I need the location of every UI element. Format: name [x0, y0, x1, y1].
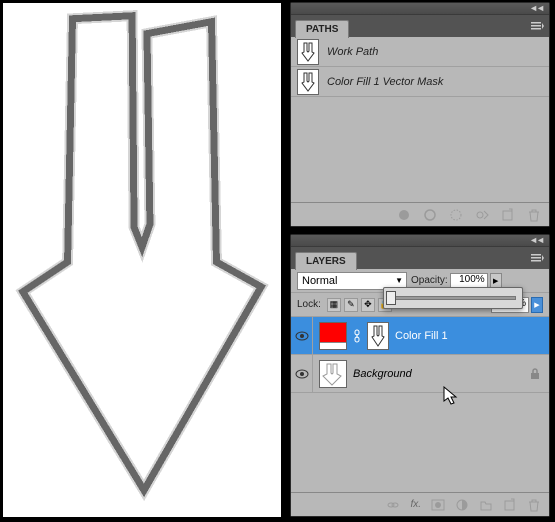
arrow-path-shape	[3, 3, 281, 517]
path-row-work-path[interactable]: Work Path	[291, 37, 549, 67]
tab-paths[interactable]: PATHS	[295, 20, 349, 38]
adjustment-layer-icon[interactable]	[455, 498, 469, 512]
path-label: Color Fill 1 Vector Mask	[327, 76, 443, 88]
fill-slider-popup[interactable]	[383, 287, 523, 309]
path-thumbnail	[297, 39, 319, 65]
vector-mask-thumbnail[interactable]	[367, 322, 389, 350]
layer-thumbnail[interactable]	[319, 322, 347, 350]
lock-icon	[529, 368, 541, 380]
collapse-arrows-icon[interactable]: ◄◄	[529, 235, 543, 245]
group-icon[interactable]	[479, 498, 493, 512]
layer-thumbnail[interactable]	[319, 360, 347, 388]
panel-titlebar[interactable]: ◄◄	[291, 3, 549, 15]
layer-mask-icon[interactable]	[431, 498, 445, 512]
document-canvas[interactable]	[2, 2, 282, 518]
panel-menu-button[interactable]	[529, 19, 545, 33]
blend-mode-value: Normal	[302, 275, 337, 287]
fill-path-icon[interactable]	[397, 208, 411, 222]
fx-icon[interactable]: fx.	[410, 499, 421, 510]
selection-from-path-icon[interactable]	[449, 208, 463, 222]
path-thumbnail	[297, 69, 319, 95]
fill-slider-thumb[interactable]	[386, 291, 396, 305]
path-from-selection-icon[interactable]	[475, 208, 489, 222]
delete-layer-icon[interactable]	[527, 498, 541, 512]
fill-slider-toggle[interactable]: ▶	[531, 297, 543, 313]
link-layers-icon[interactable]	[386, 498, 400, 512]
stroke-path-icon[interactable]	[423, 208, 437, 222]
path-label: Work Path	[327, 46, 378, 58]
layers-list: Color Fill 1 Background	[291, 317, 549, 492]
delete-path-icon[interactable]	[527, 208, 541, 222]
lock-position-icon[interactable]: ✥	[361, 298, 375, 312]
collapse-arrows-icon[interactable]: ◄◄	[529, 3, 543, 13]
layer-label: Color Fill 1	[395, 330, 448, 342]
eye-icon	[295, 331, 309, 341]
opacity-label: Opacity:	[411, 275, 448, 286]
path-row-vector-mask[interactable]: Color Fill 1 Vector Mask	[291, 67, 549, 97]
paths-footer	[291, 202, 549, 226]
lock-transparency-icon[interactable]: ▦	[327, 298, 341, 312]
fill-slider-track[interactable]	[390, 296, 516, 300]
lock-pixels-icon[interactable]: ✎	[344, 298, 358, 312]
new-path-icon[interactable]	[501, 208, 515, 222]
layers-footer: fx.	[291, 492, 549, 516]
panel-menu-button[interactable]	[529, 251, 545, 265]
new-layer-icon[interactable]	[503, 498, 517, 512]
layer-label: Background	[353, 368, 412, 380]
link-icon[interactable]	[353, 329, 361, 343]
chevron-down-icon: ▼	[395, 276, 406, 285]
layer-row-color-fill-1[interactable]: Color Fill 1	[291, 317, 549, 355]
tab-layers[interactable]: LAYERS	[295, 252, 357, 270]
layer-visibility-toggle[interactable]	[291, 355, 313, 392]
layer-visibility-toggle[interactable]	[291, 317, 313, 354]
layers-panel: ◄◄ LAYERS Normal ▼ Opacity: 100% ▶ Lock:…	[290, 234, 550, 517]
eye-icon	[295, 369, 309, 379]
layer-row-background[interactable]: Background	[291, 355, 549, 393]
lock-label: Lock:	[297, 299, 321, 310]
paths-panel: ◄◄ PATHS Work Path Color Fill 1 Vector M…	[290, 2, 550, 227]
panel-titlebar[interactable]: ◄◄	[291, 235, 549, 247]
